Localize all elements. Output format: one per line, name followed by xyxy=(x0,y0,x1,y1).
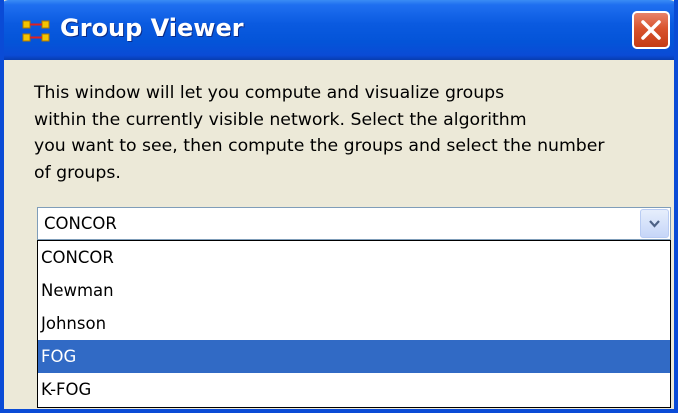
algorithm-dropdown-list: CONCOR Newman Johnson FOG K-FOG xyxy=(37,240,671,408)
window-title: Group Viewer xyxy=(60,14,244,42)
group-viewer-window: Group Viewer This window will let you co… xyxy=(0,0,678,413)
option-johnson[interactable]: Johnson xyxy=(38,307,670,340)
option-concor[interactable]: CONCOR xyxy=(38,241,670,274)
title-bar[interactable]: Group Viewer xyxy=(4,0,674,60)
dropdown-arrow-button[interactable] xyxy=(640,209,669,238)
close-icon xyxy=(641,20,661,40)
option-newman[interactable]: Newman xyxy=(38,274,670,307)
description-text: This window will let you compute and vis… xyxy=(34,80,674,186)
description-line: you want to see, then compute the groups… xyxy=(34,136,605,156)
close-button[interactable] xyxy=(632,11,670,49)
description-line: within the currently visible network. Se… xyxy=(34,109,527,130)
chevron-down-icon xyxy=(649,220,660,228)
option-fog[interactable]: FOG xyxy=(38,340,670,373)
description-line: of groups. xyxy=(34,162,121,183)
algorithm-selected-value: CONCOR xyxy=(44,214,117,233)
option-k-fog[interactable]: K-FOG xyxy=(38,373,670,406)
network-nodes-icon xyxy=(22,20,50,42)
description-line: This window will let you compute and vis… xyxy=(34,83,505,103)
algorithm-combobox[interactable]: CONCOR xyxy=(37,207,671,240)
